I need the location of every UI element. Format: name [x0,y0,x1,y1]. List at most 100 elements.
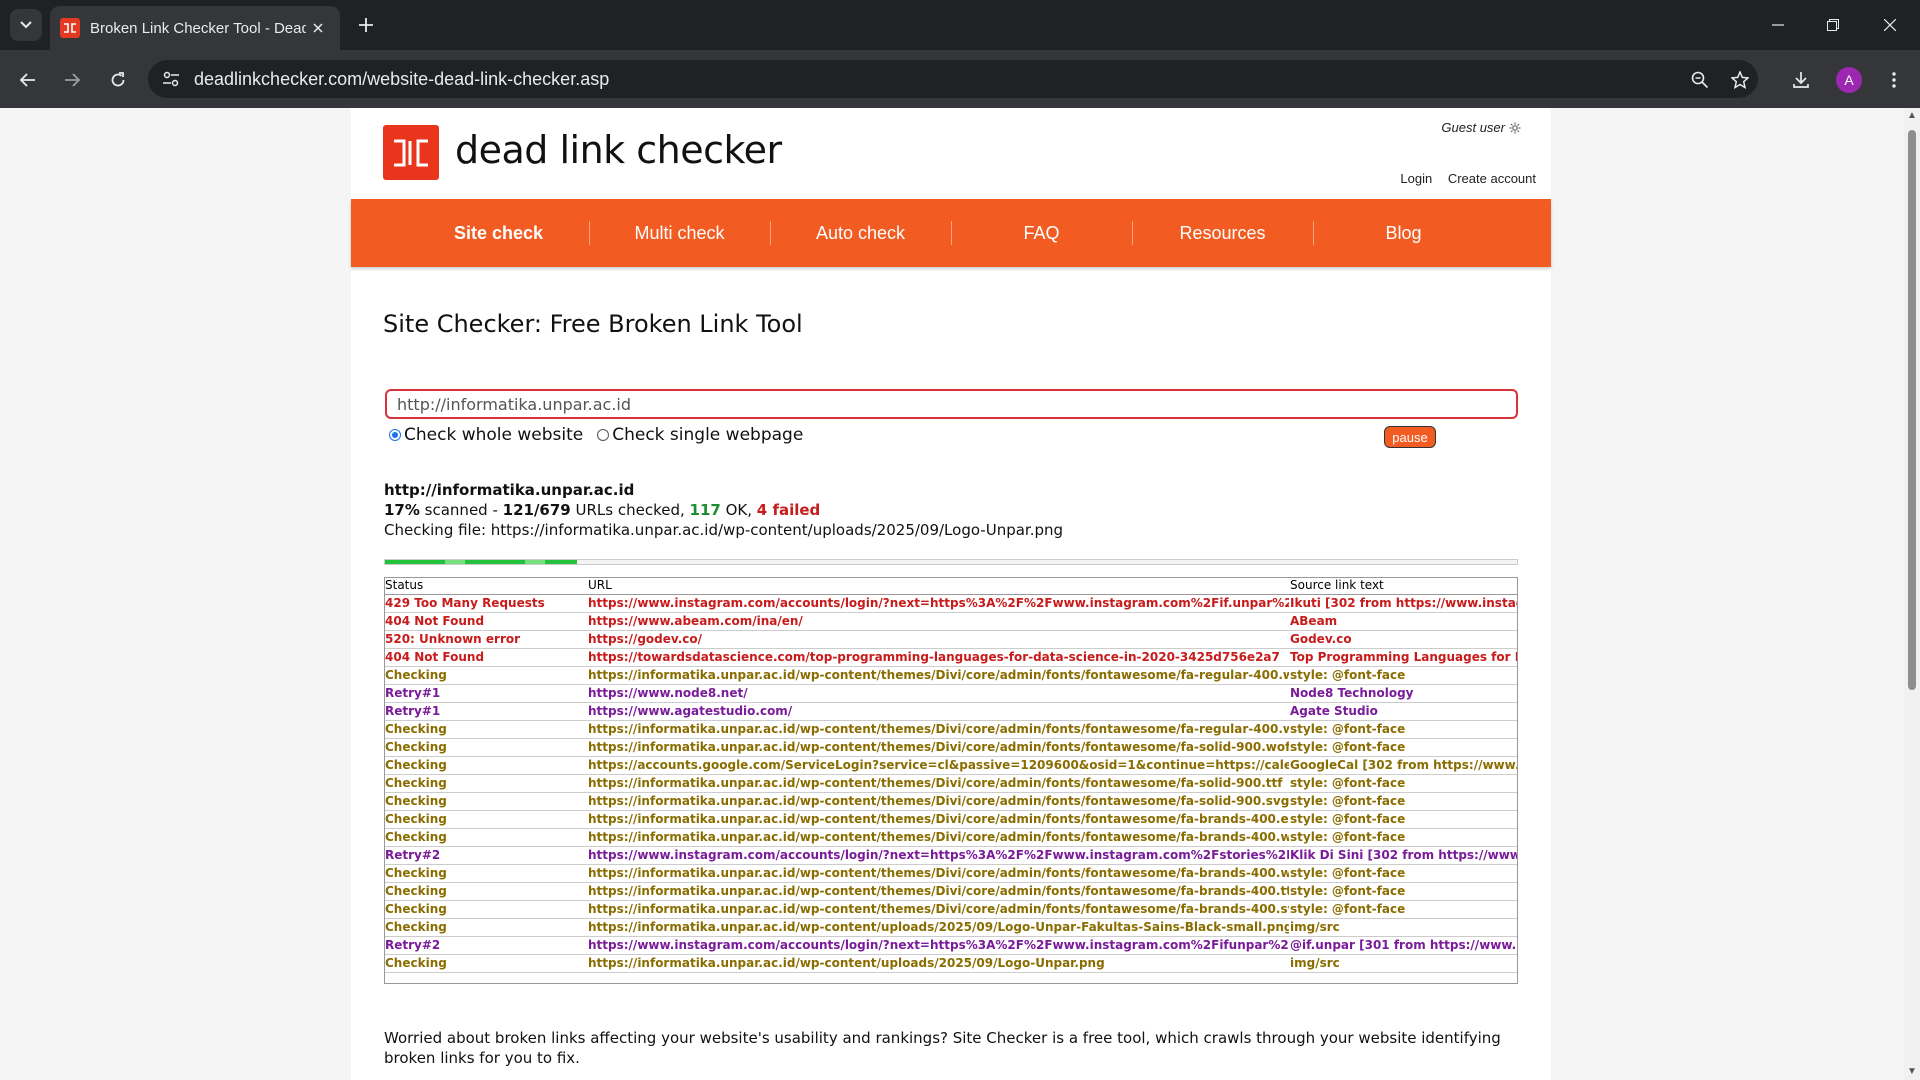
row-source: style: @font-face [1289,738,1518,757]
row-url[interactable]: https://informatika.unpar.ac.id/wp-conte… [587,720,1289,739]
site-container: dead link checker Guest user Login Creat… [351,108,1551,1080]
row-status: Checking [384,954,587,973]
browser-tab[interactable]: Broken Link Checker Tool - Dead Link Che… [50,6,340,50]
row-source: style: @font-face [1289,900,1518,919]
row-url[interactable]: https://informatika.unpar.ac.id/wp-conte… [587,666,1289,685]
pause-button[interactable]: pause [1384,426,1436,448]
guest-user[interactable]: Guest user [1441,120,1521,135]
ok-text: OK, [720,501,757,519]
row-status: Retry#2 [384,846,587,865]
address-bar[interactable]: deadlinkchecker.com/website-dead-link-ch… [148,60,1758,98]
row-url[interactable]: https://informatika.unpar.ac.id/wp-conte… [587,882,1289,901]
nav-faq[interactable]: FAQ [952,199,1132,267]
zoom-icon[interactable] [1684,64,1716,96]
restore-button[interactable] [1815,10,1851,40]
scroll-up-arrow-icon[interactable]: ▲ [1907,111,1917,121]
reload-button[interactable] [102,64,134,96]
row-source: style: @font-face [1289,810,1518,829]
row-url[interactable]: https://www.instagram.com/accounts/login… [587,594,1289,613]
browser-toolbar: deadlinkchecker.com/website-dead-link-ch… [0,50,1920,108]
table-row: Checking https://informatika.unpar.ac.id/… [384,828,1518,847]
minimize-button[interactable] [1760,10,1796,40]
row-url[interactable]: https://www.agatestudio.com/ [587,702,1289,721]
back-button[interactable] [12,64,44,96]
table-row: Checking https://informatika.unpar.ac.id/… [384,720,1518,739]
row-source: @if.unpar [301 from https://www.instagra… [1289,936,1518,955]
bookmark-star-icon[interactable] [1724,64,1756,96]
logo-text[interactable]: dead link checker [455,128,782,172]
failed-count: 4 failed [756,501,821,519]
guest-user-label: Guest user [1441,120,1505,135]
close-window-button[interactable] [1872,10,1908,40]
scroll-thumb[interactable] [1908,130,1916,690]
intro-paragraph: Worried about broken links affecting you… [384,1029,1501,1067]
row-status: Checking [384,666,587,685]
results-table: Status URL Source link text 429 Too Many… [384,577,1518,973]
scroll-down-arrow-icon[interactable]: ▼ [1907,1067,1917,1077]
row-url[interactable]: https://informatika.unpar.ac.id/wp-conte… [587,792,1289,811]
menu-kebab-icon[interactable] [1878,64,1910,96]
row-url[interactable]: https://www.node8.net/ [587,684,1289,703]
radio-check-whole-label[interactable]: Check whole website [404,425,583,445]
row-status: Retry#1 [384,702,587,721]
row-status: Checking [384,756,587,775]
row-status: Checking [384,738,587,757]
progress-fill [385,560,578,564]
row-url[interactable]: https://informatika.unpar.ac.id/wp-conte… [587,918,1289,937]
row-url[interactable]: https://informatika.unpar.ac.id/wp-conte… [587,954,1289,973]
page-scrollbar[interactable]: ▲ ▼ [1904,108,1920,1080]
row-source: Godev.co [1289,630,1518,649]
row-url[interactable]: https://informatika.unpar.ac.id/wp-conte… [587,810,1289,829]
nav-resources[interactable]: Resources [1133,199,1313,267]
url-input[interactable] [385,389,1518,419]
close-icon [1884,19,1896,31]
row-url[interactable]: https://towardsdatascience.com/top-progr… [587,648,1289,667]
forward-button[interactable] [56,64,88,96]
tab-close-icon[interactable] [306,16,330,40]
table-row: Retry#1 https://www.agatestudio.com/Agate… [384,702,1518,721]
gear-icon[interactable] [1509,122,1521,134]
create-account-link[interactable]: Create account [1448,171,1536,186]
row-url[interactable]: https://informatika.unpar.ac.id/wp-conte… [587,900,1289,919]
row-status: Checking [384,810,587,829]
radio-check-single-label[interactable]: Check single webpage [612,425,803,445]
row-url[interactable]: https://godev.co/ [587,630,1289,649]
page-viewport: dead link checker Guest user Login Creat… [0,108,1920,1080]
row-url[interactable]: https://informatika.unpar.ac.id/wp-conte… [587,738,1289,757]
site-info-icon[interactable] [162,71,180,87]
reload-icon [111,72,125,87]
radio-check-whole[interactable] [389,429,401,441]
row-url[interactable]: https://informatika.unpar.ac.id/wp-conte… [587,774,1289,793]
table-row: 404 Not Found https://www.abeam.com/ina/e… [384,612,1518,631]
table-row: 429 Too Many Requests https://www.instagr… [384,594,1518,613]
row-source: style: @font-face [1289,720,1518,739]
arrow-right-icon [65,73,80,87]
row-status: Checking [384,882,587,901]
tab-list-button[interactable] [10,9,42,41]
arrow-left-icon [20,73,35,87]
row-source: Ikuti [302 from https://www.instagram.co… [1289,594,1518,613]
account-links: Login Create account [1388,171,1536,186]
profile-avatar[interactable]: A [1836,67,1862,93]
nav-blog[interactable]: Blog [1314,199,1494,267]
browser-tab-bar: Broken Link Checker Tool - Dead Link Che… [0,0,1920,50]
table-row: Checking https://informatika.unpar.ac.id/… [384,792,1518,811]
row-url[interactable]: https://www.abeam.com/ina/en/ [587,612,1289,631]
nav-auto-check[interactable]: Auto check [771,199,951,267]
table-row: Checking https://informatika.unpar.ac.id/… [384,918,1518,937]
row-status: 404 Not Found [384,612,587,631]
row-url[interactable]: https://informatika.unpar.ac.id/wp-conte… [587,828,1289,847]
new-tab-button[interactable] [352,11,380,39]
radio-check-single[interactable] [597,429,610,441]
nav-site-check[interactable]: Site check [409,199,589,267]
dlc-logo-icon[interactable] [383,125,439,180]
row-url[interactable]: https://accounts.google.com/ServiceLogin… [587,756,1289,775]
nav-multi-check[interactable]: Multi check [590,199,770,267]
row-url[interactable]: https://www.instagram.com/accounts/login… [587,936,1289,955]
table-row: Checking https://informatika.unpar.ac.id/… [384,882,1518,901]
row-status: 404 Not Found [384,648,587,667]
download-icon[interactable] [1785,64,1817,96]
login-link[interactable]: Login [1400,171,1432,186]
row-url[interactable]: https://informatika.unpar.ac.id/wp-conte… [587,864,1289,883]
row-url[interactable]: https://www.instagram.com/accounts/login… [587,846,1289,865]
